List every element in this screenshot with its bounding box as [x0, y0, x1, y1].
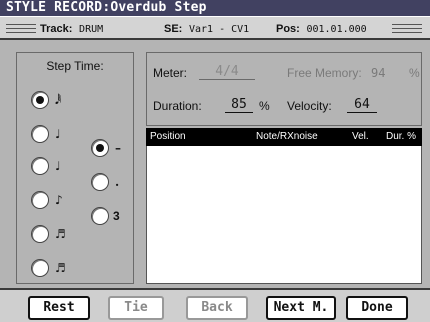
step-note-6: ♬ — [55, 261, 66, 275]
tie-button[interactable]: Tie — [108, 296, 164, 320]
track-field: Track: DRUM — [40, 22, 103, 35]
modifier-label-triplet: 3 — [113, 209, 120, 223]
pos-label: Pos: — [276, 23, 300, 35]
step-note-5: ♬ — [55, 227, 66, 241]
step-note-1: 𝅘𝅥𝅱 — [55, 93, 62, 107]
step-time-panel: Step Time: 𝅘𝅥𝅱 ♩ ♩ ♪ ♬ ♬ – . 3 — [16, 52, 134, 284]
back-button[interactable]: Back — [186, 296, 248, 320]
done-button[interactable]: Done — [346, 296, 408, 320]
step-radio-4[interactable] — [31, 191, 49, 209]
next-measure-button[interactable]: Next M. — [266, 296, 336, 320]
step-time-label: Step Time: — [46, 59, 104, 73]
se-field: SE: Var1 - CV1 — [164, 22, 249, 35]
step-note-4: ♪ — [55, 193, 63, 207]
pos-field: Pos: 001.01.000 — [276, 22, 367, 35]
pos-value: 001.01.000 — [306, 24, 367, 35]
rest-button[interactable]: Rest — [28, 296, 90, 320]
modifier-radio-normal[interactable] — [91, 139, 109, 157]
step-radio-1[interactable] — [31, 91, 49, 109]
duration-value[interactable]: 85 — [225, 97, 253, 113]
step-radio-5[interactable] — [31, 225, 49, 243]
column-duration: Dur. % — [386, 131, 417, 142]
track-value: DRUM — [79, 24, 104, 35]
velocity-value[interactable]: 64 — [347, 97, 377, 113]
meter-label: Meter: — [153, 66, 188, 80]
se-value: Var1 - CV1 — [188, 24, 250, 35]
status-bar: Track: DRUM SE: Var1 - CV1 Pos: 001.01.0… — [0, 16, 430, 40]
meter-value[interactable]: 4/4 — [199, 64, 255, 80]
decor-lines-icon — [6, 24, 36, 33]
free-memory-unit: % — [409, 66, 420, 80]
step-note-3: ♩ — [55, 159, 61, 173]
events-table-header: Position Note/RXnoise Vel. Dur. % — [146, 128, 422, 146]
velocity-label: Velocity: — [287, 99, 332, 113]
duration-label: Duration: — [153, 99, 202, 113]
free-memory-label: Free Memory: — [287, 66, 362, 80]
decor-lines-icon — [392, 24, 422, 33]
step-radio-2[interactable] — [31, 125, 49, 143]
duration-unit: % — [259, 99, 270, 113]
parameters-panel: Meter: 4/4 Free Memory: 94 % Duration: 8… — [146, 52, 422, 126]
column-note: Note/RXnoise — [256, 131, 318, 142]
column-velocity: Vel. — [352, 131, 369, 142]
modifier-radio-triplet[interactable] — [91, 207, 109, 225]
events-table-body[interactable] — [146, 146, 422, 284]
window-title: STYLE RECORD:Overdub Step — [0, 0, 430, 16]
track-label: Track: — [40, 23, 73, 35]
step-note-2: ♩ — [55, 127, 61, 141]
se-label: SE: — [164, 23, 183, 35]
modifier-label-normal: – — [115, 141, 121, 155]
column-position: Position — [150, 131, 186, 142]
modifier-radio-dotted[interactable] — [91, 173, 109, 191]
modifier-label-dotted: . — [115, 175, 120, 189]
free-memory-value: 94 — [371, 66, 386, 80]
button-bar: Rest Tie Back Next M. Done — [0, 288, 430, 322]
step-radio-6[interactable] — [31, 259, 49, 277]
step-radio-3[interactable] — [31, 157, 49, 175]
